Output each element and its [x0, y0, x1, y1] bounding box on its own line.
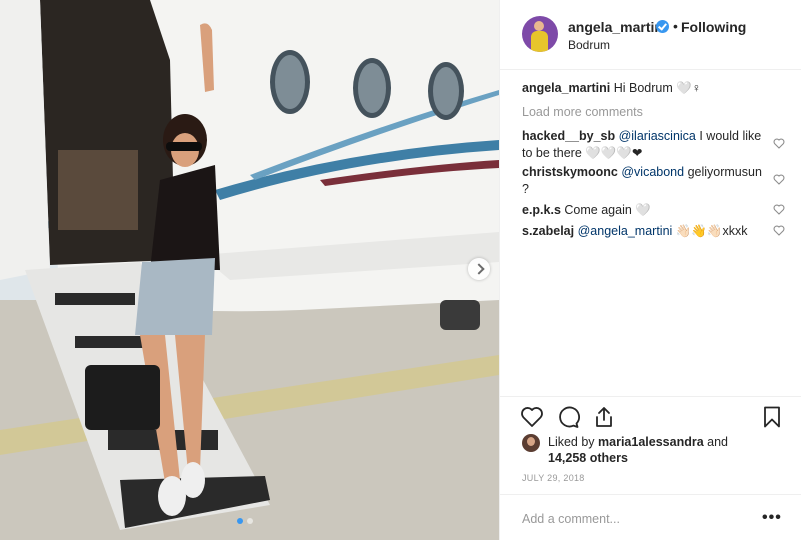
likes-prefix: Liked by: [548, 435, 599, 449]
carousel-dot: [237, 518, 243, 524]
comment-mention[interactable]: @angela_martini: [578, 224, 673, 238]
post-date[interactable]: JULY 29, 2018: [522, 473, 585, 483]
following-button[interactable]: Following: [681, 19, 746, 35]
bookmark-icon[interactable]: [760, 405, 784, 429]
comment-username[interactable]: hacked__by_sb: [522, 129, 615, 143]
follow-separator: •: [673, 18, 678, 34]
post-actions-bar: [500, 396, 801, 436]
liker-username[interactable]: maria1alessandra: [598, 435, 704, 449]
post-header: angela_martini • Following Bodrum: [500, 0, 801, 70]
next-photo-chevron-right-icon[interactable]: [468, 258, 490, 280]
like-comment-heart-icon[interactable]: [773, 204, 785, 215]
caption-text: Hi Bodrum 🤍♀: [613, 81, 702, 95]
likes-middle: and: [703, 435, 729, 449]
location-link[interactable]: Bodrum: [568, 38, 610, 52]
carousel-dot: [247, 518, 253, 524]
post-side-panel: angela_martini • Following Bodrum angela…: [499, 0, 801, 540]
verified-badge-icon: [656, 20, 669, 33]
like-comment-heart-icon[interactable]: [773, 174, 785, 185]
likes-count-link[interactable]: 14,258 others: [548, 451, 628, 465]
comment-mention[interactable]: @vicabond: [621, 165, 684, 179]
like-comment-heart-icon[interactable]: [773, 225, 785, 236]
more-options-icon[interactable]: •••: [762, 509, 782, 527]
carousel-dots: [237, 518, 253, 524]
photo-illustration: [0, 0, 499, 540]
add-comment-bar: •••: [500, 494, 801, 540]
comment-text: 👋🏻👋👋🏻xkxk: [672, 224, 748, 238]
like-heart-icon[interactable]: [520, 405, 544, 429]
comment-mention[interactable]: @ilariascinica: [619, 129, 696, 143]
comment-item: e.p.k.s Come again 🤍: [522, 202, 762, 219]
comment-username[interactable]: christskymoonc: [522, 165, 618, 179]
like-comment-heart-icon[interactable]: [773, 138, 785, 149]
load-more-comments-button[interactable]: Load more comments: [522, 105, 643, 119]
comment-item: hacked__by_sb @ilariascinica I would lik…: [522, 128, 762, 162]
author-username[interactable]: angela_martini: [568, 19, 667, 35]
comment-username[interactable]: s.zabelaj: [522, 224, 574, 238]
add-comment-input[interactable]: [522, 510, 752, 528]
share-icon[interactable]: [592, 405, 616, 429]
likes-text: Liked by maria1alessandra and 14,258 oth…: [548, 434, 768, 466]
liker-avatar[interactable]: [522, 434, 540, 452]
comment-item: christskymoonc @vicabond geliyormusun ?: [522, 164, 762, 198]
comment-username[interactable]: e.p.k.s: [522, 203, 561, 217]
comment-text: Come again 🤍: [564, 203, 651, 217]
caption-username[interactable]: angela_martini: [522, 81, 610, 95]
comment-item: s.zabelaj @angela_martini 👋🏻👋👋🏻xkxk: [522, 223, 762, 240]
caption: angela_martini Hi Bodrum 🤍♀: [522, 80, 762, 97]
post-photo[interactable]: [0, 0, 499, 540]
author-avatar[interactable]: [522, 16, 558, 52]
comment-icon[interactable]: [556, 405, 580, 429]
